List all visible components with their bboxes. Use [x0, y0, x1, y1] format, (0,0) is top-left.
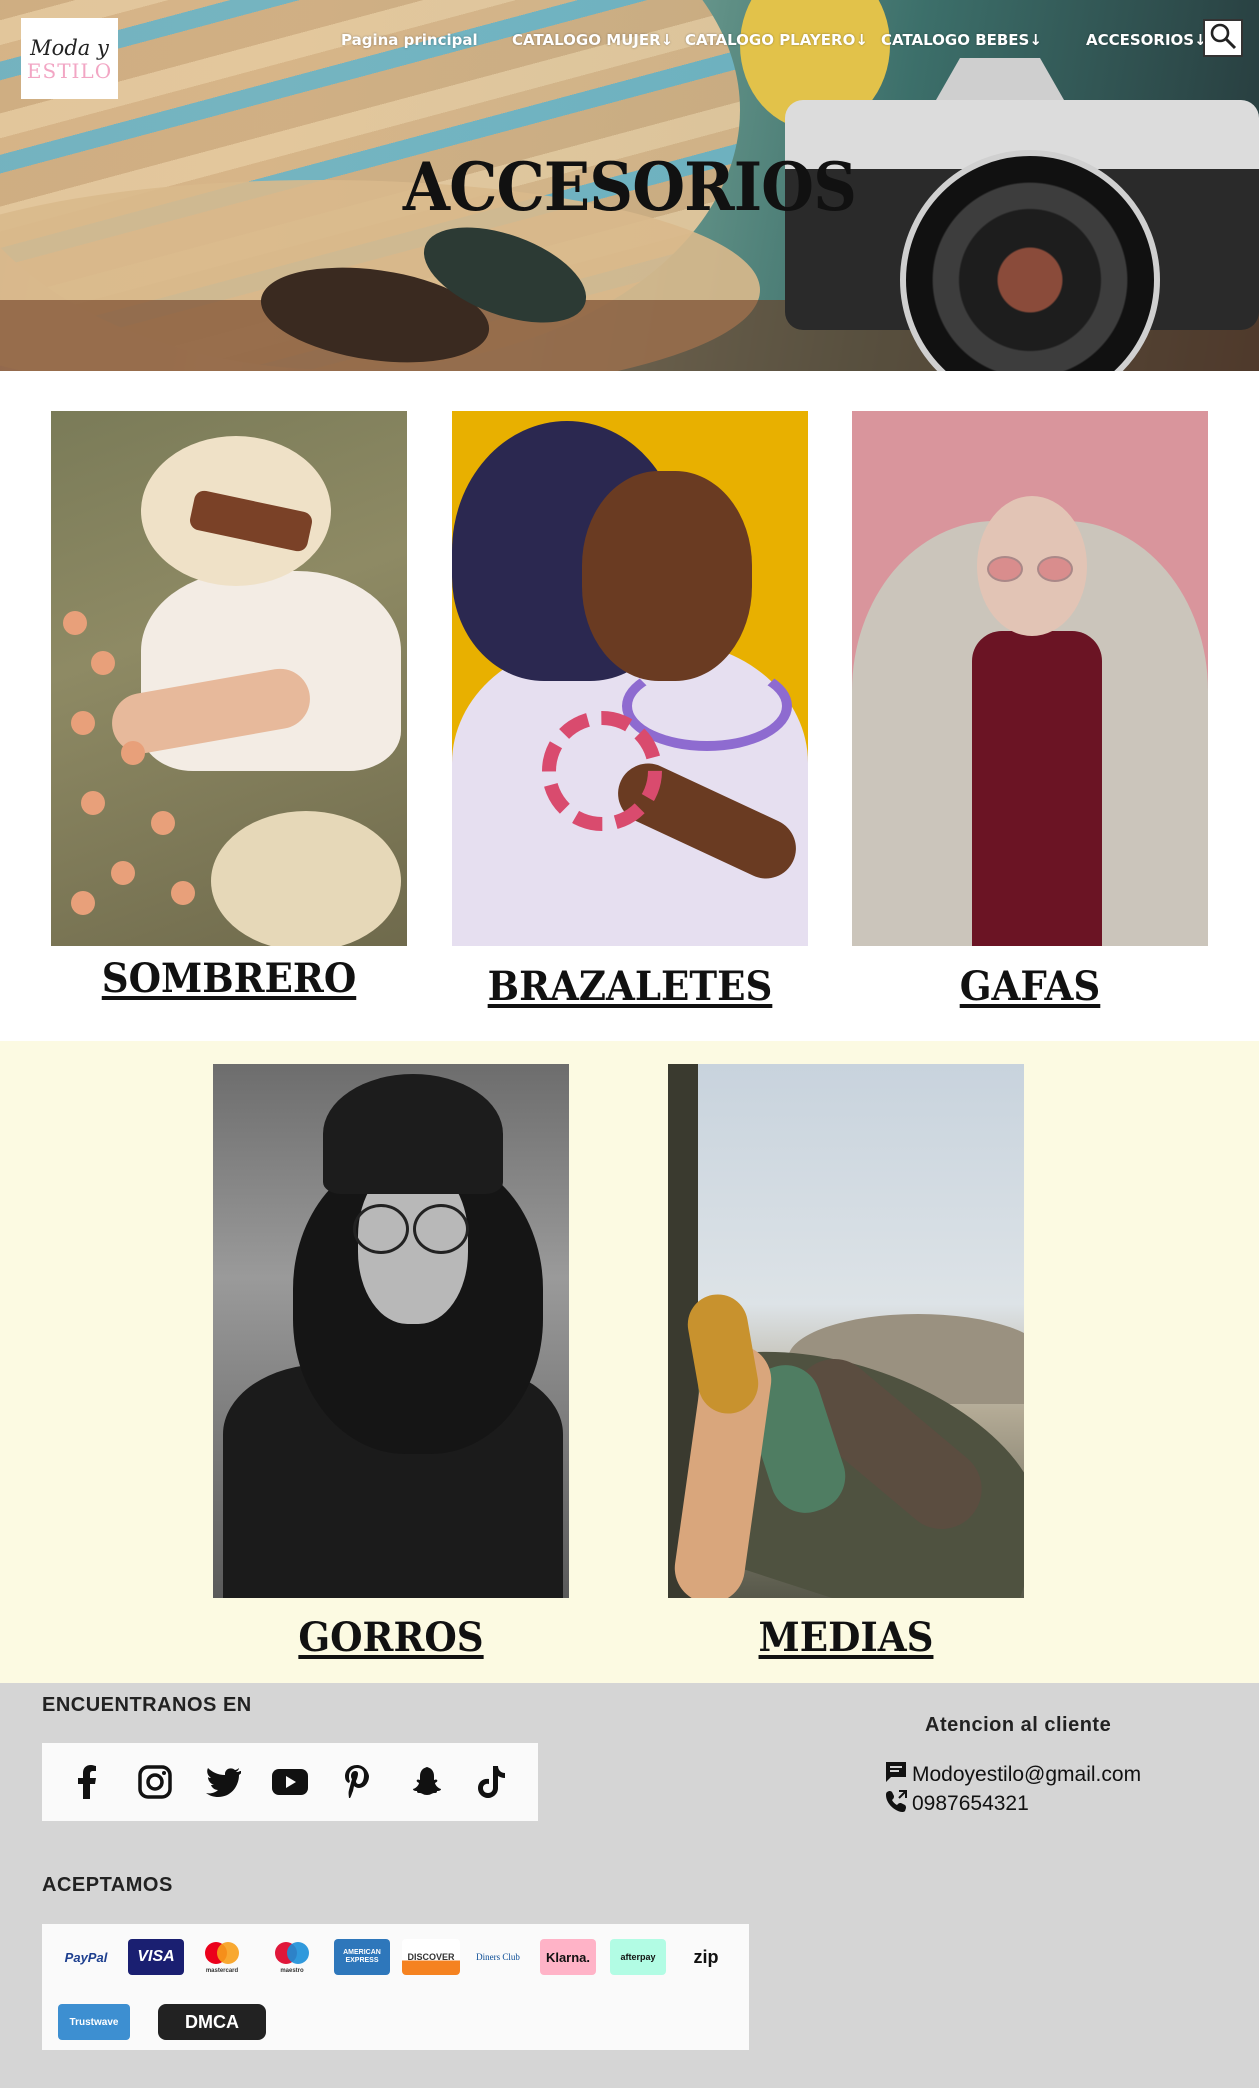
- trustwave-badge: Trustwave: [58, 2004, 130, 2040]
- photo-face: [582, 471, 752, 681]
- product-link-medias[interactable]: MEDIAS: [680, 1614, 1011, 1661]
- photo-peach: [151, 811, 175, 835]
- instagram-icon[interactable]: [135, 1762, 175, 1802]
- photo-glasses-lens: [987, 556, 1023, 582]
- customer-service-heading: Atencion al cliente: [925, 1714, 1112, 1736]
- nav-item-baby-catalog[interactable]: CATALOGO BEBES↓: [881, 31, 1042, 49]
- visa-logo: VISA: [128, 1939, 184, 1975]
- maestro-logo: maestro: [264, 1939, 320, 1975]
- photo-peach: [71, 711, 95, 735]
- dmca-badge: DMCA: [158, 2004, 266, 2040]
- product-link-gafas[interactable]: GAFAS: [864, 963, 1195, 1010]
- product-image-medias[interactable]: [668, 1064, 1024, 1598]
- photo-glasses-lens: [353, 1204, 409, 1254]
- photo-bracelets: [542, 711, 662, 831]
- klarna-logo: Klarna.: [540, 1939, 596, 1975]
- pinterest-icon[interactable]: [337, 1762, 377, 1802]
- nav-item-beach-catalog[interactable]: CATALOGO PLAYERO↓: [685, 31, 868, 49]
- snapchat-icon[interactable]: [405, 1762, 445, 1802]
- product-image-sombrero[interactable]: [51, 411, 407, 946]
- social-links: [42, 1743, 538, 1821]
- photo-sweater: [972, 631, 1102, 946]
- zip-logo: zip: [693, 1946, 719, 1967]
- search-icon: [1209, 22, 1237, 55]
- photo-peach: [171, 881, 195, 905]
- diners-club-logo: Diners Club: [476, 1952, 520, 1962]
- product-image-gorros[interactable]: [213, 1064, 569, 1598]
- logo-text-line2: ESTILO: [26, 58, 113, 83]
- product-link-sombrero[interactable]: SOMBRERO: [63, 955, 394, 1002]
- mastercard-logo: mastercard: [194, 1939, 250, 1975]
- photo-peach: [111, 861, 135, 885]
- youtube-icon[interactable]: [270, 1762, 310, 1802]
- nav-item-accessories[interactable]: ACCESORIOS↓: [1086, 31, 1207, 49]
- tiktok-icon[interactable]: [472, 1762, 512, 1802]
- photo-glasses-lens: [1037, 556, 1073, 582]
- photo-peach: [91, 651, 115, 675]
- photo-peach: [71, 891, 95, 915]
- accept-heading: ACEPTAMOS: [42, 1874, 173, 1896]
- discover-logo: DISCOVER: [402, 1939, 460, 1975]
- contact-email: Modoyestilo@gmail.com: [884, 1760, 1141, 1790]
- afterpay-logo: afterpay: [610, 1939, 666, 1975]
- email-link[interactable]: Modoyestilo@gmail.com: [912, 1763, 1141, 1787]
- photo-glasses-lens: [413, 1204, 469, 1254]
- payment-methods: PayPal VISA mastercard maestro AMERICAN …: [42, 1924, 749, 2050]
- accessories-band: [0, 1041, 1259, 1683]
- logo-text-line1: Moda y: [30, 35, 109, 60]
- amex-logo: AMERICAN EXPRESS: [334, 1939, 390, 1975]
- phone-link[interactable]: 0987654321: [912, 1792, 1029, 1816]
- photo-peach: [121, 741, 145, 765]
- twitter-icon[interactable]: [203, 1762, 243, 1802]
- product-image-brazaletes[interactable]: [452, 411, 808, 946]
- product-link-brazaletes[interactable]: BRAZALETES: [464, 963, 795, 1010]
- bottom-strip: [0, 2088, 1259, 2095]
- photo-basket: [211, 811, 401, 946]
- message-icon: [884, 1760, 908, 1790]
- maestro-label: maestro: [280, 1968, 304, 1974]
- photo-beanie: [323, 1074, 503, 1194]
- search-button[interactable]: [1203, 19, 1243, 57]
- product-image-gafas[interactable]: [852, 411, 1208, 946]
- nav-item-home[interactable]: Pagina principal: [341, 31, 478, 49]
- facebook-icon[interactable]: [68, 1762, 108, 1802]
- photo-peach: [63, 611, 87, 635]
- phone-icon: [884, 1789, 908, 1819]
- paypal-logo: PayPal: [64, 1949, 108, 1965]
- mastercard-label: mastercard: [206, 1968, 239, 1974]
- page-title: ACCESORIOS: [402, 148, 857, 226]
- contact-phone: 0987654321: [884, 1789, 1029, 1819]
- product-link-gorros[interactable]: GORROS: [225, 1614, 556, 1661]
- find-us-heading: ENCUENTRANOS EN: [42, 1694, 252, 1716]
- hero-banner: ACCESORIOS: [0, 0, 1259, 371]
- nav-item-women-catalog[interactable]: CATALOGO MUJER↓: [512, 31, 673, 49]
- photo-peach: [81, 791, 105, 815]
- site-logo[interactable]: Moda y ESTILO: [21, 18, 118, 99]
